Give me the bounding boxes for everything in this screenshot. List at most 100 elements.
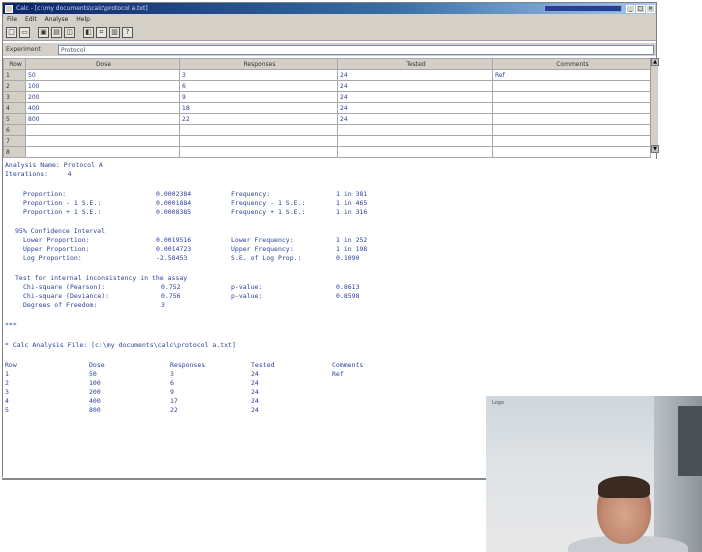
- scroll-down-icon[interactable]: ▼: [651, 145, 659, 153]
- grid-cell[interactable]: [492, 135, 651, 147]
- grid-cell[interactable]: 24: [337, 80, 493, 92]
- ci-value: 0.1090: [336, 254, 360, 262]
- separator: ***: [5, 321, 17, 329]
- experiment-input[interactable]: Protocol: [58, 44, 654, 55]
- grid-row-header[interactable]: 2: [3, 80, 26, 92]
- grid-cell[interactable]: [179, 124, 338, 136]
- table-cell: 50: [89, 370, 97, 378]
- paste-icon[interactable]: ◧: [83, 27, 94, 38]
- grid-cell[interactable]: 24: [337, 102, 493, 114]
- grid-cell[interactable]: [337, 135, 493, 147]
- close-button[interactable]: ×: [646, 4, 655, 13]
- grid-row-header[interactable]: 5: [3, 113, 26, 125]
- grid-row-header[interactable]: 3: [3, 91, 26, 103]
- grid-cell[interactable]: [25, 146, 180, 158]
- window-title: Calc - [c:\my documents\calc\protocol a.…: [16, 5, 148, 12]
- chart-icon[interactable]: ▥: [109, 27, 120, 38]
- stat-label: Frequency + 1 S.E.:: [231, 208, 306, 216]
- menu-help[interactable]: Help: [76, 16, 90, 23]
- grid-cell[interactable]: [179, 146, 338, 158]
- grid-cell[interactable]: 3: [179, 69, 338, 81]
- grid-header-comments[interactable]: Comments: [492, 58, 651, 70]
- grid-row: 6: [3, 124, 651, 136]
- grid-row: 2 100 6 24: [3, 80, 651, 92]
- table-cell: 3: [170, 370, 174, 378]
- data-grid[interactable]: Row Dose Responses Tested Comments 1 50 …: [3, 58, 659, 158]
- table-cell: 9: [170, 388, 174, 396]
- title-tray: [544, 5, 622, 12]
- chi-label: Chi-square (Deviance):: [23, 292, 110, 300]
- stat-value: 1 in 381: [336, 190, 368, 198]
- grid-cell[interactable]: 22: [179, 113, 338, 125]
- grid-cell[interactable]: 800: [25, 113, 180, 125]
- grid-header-dose[interactable]: Dose: [25, 58, 180, 70]
- grid-cell[interactable]: [25, 135, 180, 147]
- menu-edit[interactable]: Edit: [25, 16, 37, 23]
- grid-cell[interactable]: [25, 124, 180, 136]
- open-icon[interactable]: ▭: [19, 27, 30, 38]
- grid-row: 1 50 3 24 Ref: [3, 69, 651, 81]
- grid-row-header[interactable]: 4: [3, 102, 26, 114]
- grid-cell[interactable]: 24: [337, 69, 493, 81]
- grid-cell[interactable]: [492, 102, 651, 114]
- scroll-up-icon[interactable]: ▲: [651, 58, 659, 66]
- grid-cell[interactable]: 24: [337, 91, 493, 103]
- grid-cell[interactable]: 100: [25, 80, 180, 92]
- table-cell: 4: [5, 397, 9, 405]
- menu-file[interactable]: File: [7, 16, 17, 23]
- chi-value: 0.8613: [336, 283, 360, 291]
- stat-value: 1 in 465: [336, 199, 368, 207]
- grid-cell[interactable]: Ref: [492, 69, 651, 81]
- table-header: Responses: [170, 361, 206, 369]
- grid-cell[interactable]: 6: [179, 80, 338, 92]
- grid-row-header[interactable]: 8: [3, 146, 26, 158]
- grid-cell[interactable]: [492, 146, 651, 158]
- stat-label: Frequency:: [231, 190, 271, 198]
- grid-cell[interactable]: 50: [25, 69, 180, 81]
- grid-scrollbar[interactable]: ▲ ▼: [650, 58, 659, 153]
- ci-value: 1 in 252: [336, 236, 368, 244]
- chi-value: 0.752: [161, 283, 181, 291]
- grid-row-header[interactable]: 6: [3, 124, 26, 136]
- webcam-logo-label: Logo: [492, 400, 504, 406]
- table-cell: 24: [251, 397, 259, 405]
- grid-cell[interactable]: [337, 146, 493, 158]
- grid-cell[interactable]: [337, 124, 493, 136]
- table-cell: 22: [170, 406, 178, 414]
- table-header: Row: [5, 361, 17, 369]
- grid-cell[interactable]: [179, 135, 338, 147]
- grid-cell[interactable]: 200: [25, 91, 180, 103]
- grid-cell[interactable]: [492, 91, 651, 103]
- stat-value: 0.0008385: [156, 208, 192, 216]
- save-icon[interactable]: ▣: [38, 27, 49, 38]
- grid-cell[interactable]: 24: [337, 113, 493, 125]
- calc-icon[interactable]: ⌗: [96, 27, 107, 38]
- help-icon[interactable]: ?: [122, 27, 133, 38]
- grid-row-header[interactable]: 7: [3, 135, 26, 147]
- ci-label: Upper Frequency:: [231, 245, 294, 253]
- title-bar[interactable]: Calc - [c:\my documents\calc\protocol a.…: [3, 3, 656, 14]
- grid-cell[interactable]: [492, 113, 651, 125]
- minimize-button[interactable]: _: [626, 4, 635, 13]
- grid-header-tested[interactable]: Tested: [337, 58, 493, 70]
- grid-header-responses[interactable]: Responses: [179, 58, 338, 70]
- copy-icon[interactable]: ◫: [64, 27, 75, 38]
- experiment-row: Experiment Protocol: [3, 43, 656, 56]
- grid-cell[interactable]: 18: [179, 102, 338, 114]
- grid-cell[interactable]: [492, 80, 651, 92]
- table-cell: 200: [89, 388, 101, 396]
- grid-cell[interactable]: [492, 124, 651, 136]
- table-cell: 3: [5, 388, 9, 396]
- grid-cell[interactable]: 9: [179, 91, 338, 103]
- table-header: Tested: [251, 361, 275, 369]
- grid-cell[interactable]: 400: [25, 102, 180, 114]
- ci-label: Log Proportion:: [23, 254, 82, 262]
- print-icon[interactable]: ▤: [51, 27, 62, 38]
- grid-row-header[interactable]: 1: [3, 69, 26, 81]
- chi-label: p-value:: [231, 292, 263, 300]
- maximize-button[interactable]: □: [636, 4, 645, 13]
- grid-header-row-num[interactable]: Row: [3, 58, 26, 70]
- new-icon[interactable]: □: [6, 27, 17, 38]
- menu-analyse[interactable]: Analyse: [45, 16, 69, 23]
- table-cell: 800: [89, 406, 101, 414]
